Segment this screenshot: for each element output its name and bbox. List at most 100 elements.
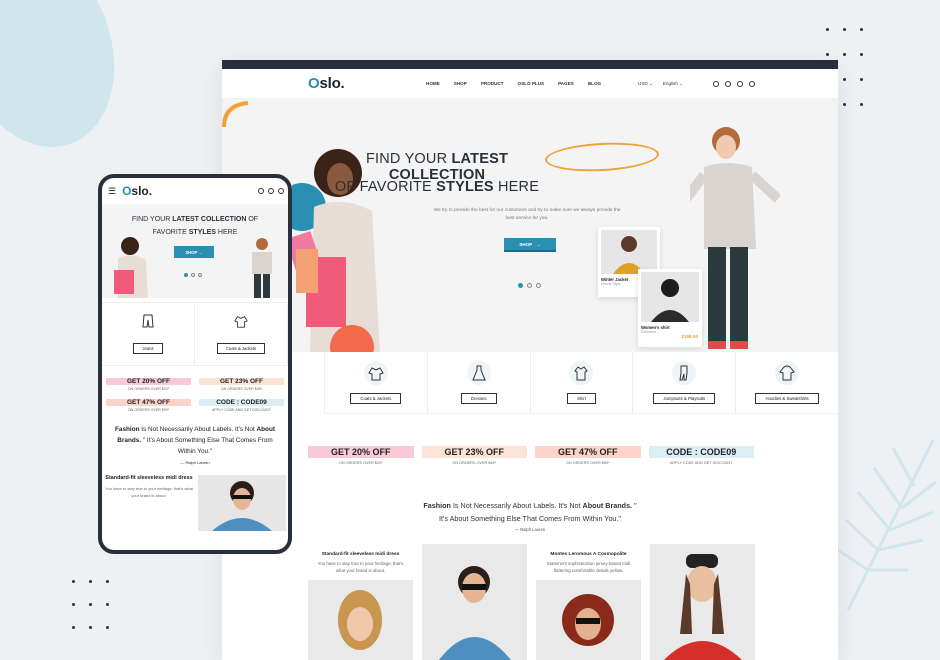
category-label[interactable]: Shirt <box>567 393 596 404</box>
coupon-code: GET 47% OFF <box>535 446 641 458</box>
mobile-logo[interactable]: Oslo. <box>122 184 152 198</box>
search-icon[interactable] <box>258 188 264 194</box>
slider-dot[interactable] <box>198 273 202 277</box>
coupon-row: GET 20% OFF ON ORDERS OVER $20* GET 23% O… <box>308 446 754 465</box>
top-bar <box>222 60 838 69</box>
coupon[interactable]: GET 23% OFF ON ORDERS OVER $45* <box>199 378 284 391</box>
user-icon[interactable] <box>725 80 731 87</box>
category-strip: Coats & Jackets Dresses Shirt Jumpsuits … <box>324 352 838 414</box>
mobile-quote-author: — Ralph Lauren <box>180 460 210 465</box>
coupon[interactable]: GET 23% OFF ON ORDERS OVER $45* <box>421 446 527 465</box>
coupon-desc: ON ORDERS OVER $99* <box>127 408 170 412</box>
category-jeans[interactable]: Jeans <box>102 303 195 365</box>
product-title: Standard-fit sleeveless midi dress <box>321 552 400 557</box>
coupon-desc: ON ORDERS OVER $20* <box>338 461 383 465</box>
product-image <box>601 230 657 274</box>
jacket-icon <box>363 361 388 385</box>
wishlist-icon[interactable] <box>268 188 274 194</box>
coupon-code: GET 47% OFF <box>106 399 191 406</box>
category-label[interactable]: Coats & Jackets <box>216 343 266 354</box>
coupon-desc: APPLY CODE AND GET DISCOUNT <box>211 408 272 412</box>
category-label[interactable]: Dresses <box>460 393 497 404</box>
menu-item-product[interactable]: PRODUCT <box>481 81 504 86</box>
coupon[interactable]: GET 47% OFF ON ORDERS OVER $99* <box>106 399 191 412</box>
product-card[interactable] <box>422 544 527 660</box>
dress-icon <box>466 361 491 385</box>
mobile-shop-button[interactable]: SHOP → <box>174 246 214 258</box>
slider-dot[interactable] <box>184 273 188 277</box>
product-image <box>308 580 413 660</box>
highlight-ring <box>544 140 660 174</box>
mobile-header-icons <box>258 188 284 194</box>
coupon[interactable]: CODE : CODE09 APPLY CODE AND GET DISCOUNT <box>199 399 284 412</box>
product-desc: You have to stay true to your heritage; … <box>105 486 193 498</box>
coupon-code: CODE : CODE09 <box>199 399 284 406</box>
menu-item-shop[interactable]: SHOP <box>454 81 467 86</box>
category-shirt[interactable]: Shirt <box>529 352 633 413</box>
product-card[interactable]: Montes Leromous A Cosmopolite Statement … <box>536 544 641 660</box>
woman-standing-illustration <box>690 127 780 349</box>
logo[interactable]: Oslo. <box>308 75 345 92</box>
slider-dot[interactable] <box>191 273 195 277</box>
arrow-right-icon: → <box>536 241 541 247</box>
search-icon[interactable] <box>713 80 719 87</box>
decorative-dots-bottom-left <box>72 580 109 629</box>
product-image <box>650 544 755 660</box>
wishlist-icon[interactable] <box>737 80 743 87</box>
cart-icon[interactable] <box>278 188 284 194</box>
hero-description: We try to provide the best for our custo… <box>433 208 621 221</box>
hero-title-line-2: OF FAVORITE STYLES HERE <box>334 179 540 195</box>
menu-item-oslo-plus[interactable]: OSLO PLUS <box>518 81 545 86</box>
coupon-desc: ON ORDERS OVER $99* <box>565 461 610 465</box>
category-jumpsuits[interactable]: Jumpsuits & Playsuits <box>632 352 735 413</box>
coupon[interactable]: GET 47% OFF ON ORDERS OVER $99* <box>535 446 641 465</box>
category-label[interactable]: Hoodies & Sweatshirts <box>755 393 819 404</box>
mobile-coupons: GET 20% OFF ON ORDERS OVER $20* GET 23% O… <box>102 366 288 412</box>
jumpsuit-icon <box>672 361 697 385</box>
mobile-slider-dots <box>184 273 202 277</box>
hero-shop-button[interactable]: SHOP → <box>504 238 556 252</box>
category-label[interactable]: Jeans <box>133 343 163 354</box>
coupon[interactable]: GET 20% OFF ON ORDERS OVER $20* <box>106 378 191 391</box>
mobile-mockup: ☰ Oslo. FIND YOUR LATEST COLLECTION OF F… <box>98 174 292 554</box>
category-label[interactable]: Coats & Jackets <box>350 393 402 404</box>
mobile-hero-line-1: FIND YOUR LATEST COLLECTION OF <box>131 216 259 223</box>
category-coats-jackets[interactable]: Coats & Jackets <box>195 303 288 365</box>
slider-dot[interactable] <box>536 283 541 288</box>
menu-item-blog[interactable]: BLOG <box>588 81 601 86</box>
coupon-desc: APPLY CODE AND GET DISCOUNT <box>670 461 733 465</box>
mobile-quote: Fashion Is Not Necessarily About Labels.… <box>115 426 275 455</box>
mobile-header: ☰ Oslo. <box>102 178 288 204</box>
product-desc: Statement sophistication jersey-based mi… <box>546 561 631 573</box>
language-select[interactable]: English ⌄ <box>663 81 683 87</box>
slider-dot[interactable] <box>527 283 532 288</box>
decorative-blob <box>0 0 142 170</box>
product-card[interactable] <box>650 544 755 660</box>
mobile-product-card[interactable]: Standard-fit sleeveless midi dress You h… <box>102 475 288 531</box>
coupon[interactable]: GET 20% OFF ON ORDERS OVER $20* <box>308 446 414 465</box>
coupon-desc: ON ORDERS OVER $20* <box>127 387 170 391</box>
menu-item-home[interactable]: HOME <box>426 81 440 86</box>
hero-banner: FIND YOUR LATEST COLLECTION OF FAVORITE … <box>222 99 838 352</box>
currency-select[interactable]: USD ⌄ <box>638 81 653 87</box>
coupon-code: GET 20% OFF <box>308 446 414 458</box>
coupon-code: CODE : CODE09 <box>648 446 754 458</box>
coupon-code: GET 20% OFF <box>106 378 191 385</box>
jeans-icon <box>141 314 155 333</box>
mobile-hero: FIND YOUR LATEST COLLECTION OF FAVORITE … <box>102 204 288 298</box>
hoodie-icon <box>775 361 800 385</box>
header-icons <box>713 80 755 87</box>
slider-dot[interactable] <box>518 283 523 288</box>
coupon-code: GET 23% OFF <box>199 378 284 385</box>
coupon[interactable]: CODE : CODE09 APPLY CODE AND GET DISCOUNT <box>648 446 754 465</box>
cart-icon[interactable] <box>749 80 755 87</box>
category-hoodies[interactable]: Hoodies & Sweatshirts <box>735 352 838 413</box>
hamburger-menu-icon[interactable]: ☰ <box>108 186 116 197</box>
menu-item-pages[interactable]: PAGES <box>558 81 574 86</box>
product-card[interactable]: Standard-fit sleeveless midi dress You h… <box>308 544 413 660</box>
hero-decor-arc <box>222 101 249 128</box>
category-dresses[interactable]: Dresses <box>426 352 530 413</box>
category-label[interactable]: Jumpsuits & Playsuits <box>653 393 716 404</box>
category-coats-jackets[interactable]: Coats & Jackets <box>324 352 427 413</box>
shirt-icon <box>569 361 594 385</box>
